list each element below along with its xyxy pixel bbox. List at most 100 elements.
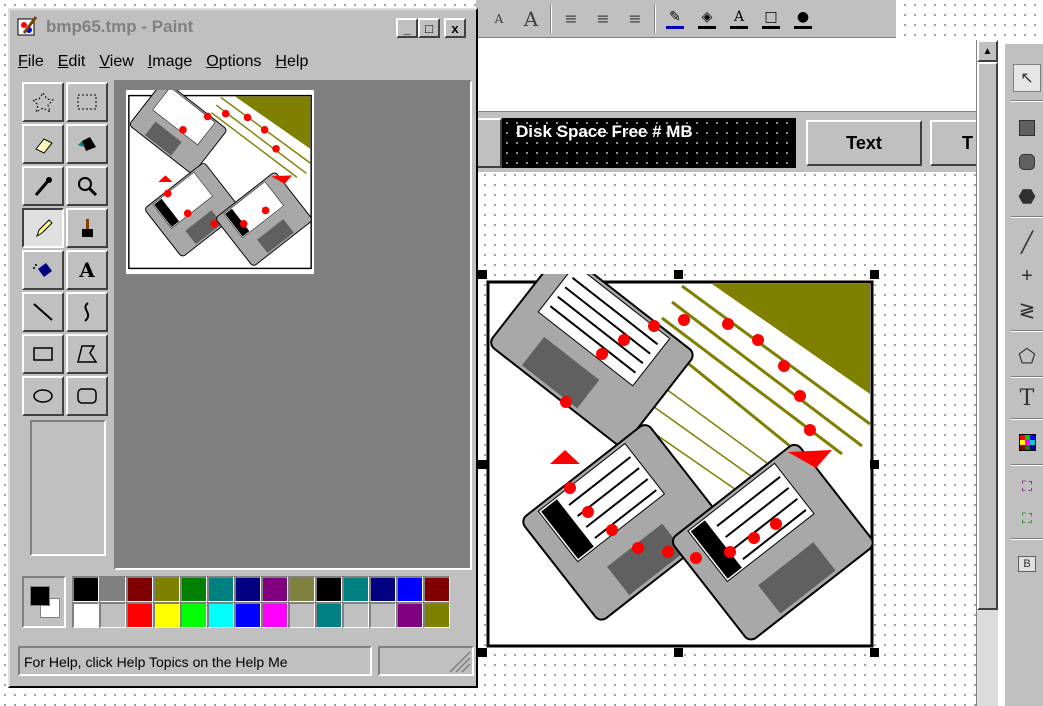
palette-swatch[interactable]	[396, 576, 423, 602]
palette-swatch[interactable]	[126, 602, 153, 628]
palette-swatch[interactable]	[234, 602, 261, 628]
align-left-button[interactable]: ≡	[558, 5, 584, 33]
pick-color-tool[interactable]	[22, 166, 64, 206]
picture-control[interactable]	[478, 251, 879, 657]
palette-swatch[interactable]	[72, 602, 99, 628]
free-form-select-tool[interactable]	[22, 82, 64, 122]
menu-image[interactable]: Image	[142, 53, 200, 71]
resize-handle-top-left[interactable]	[478, 270, 487, 279]
palette-swatch[interactable]	[342, 576, 369, 602]
menu-file[interactable]: File	[12, 53, 52, 71]
align-center-button[interactable]: ≡	[590, 5, 616, 33]
zigzag-tool[interactable]: ≷	[1013, 296, 1041, 324]
text-tool[interactable]: A	[66, 250, 108, 290]
canvas-area[interactable]	[114, 80, 472, 570]
rounded-rectangle-tool[interactable]	[66, 376, 108, 416]
ole-object-tool[interactable]: ⛶	[1013, 504, 1041, 532]
pencil-tool[interactable]	[22, 208, 64, 248]
picture-tool[interactable]	[1013, 428, 1041, 456]
resize-handle-bottom[interactable]	[674, 648, 683, 657]
palette-swatch[interactable]	[342, 602, 369, 628]
line-tool[interactable]	[22, 292, 64, 332]
palette-swatch[interactable]	[126, 576, 153, 602]
text-tool[interactable]: T	[1013, 384, 1041, 412]
close-button[interactable]: x	[444, 18, 466, 38]
detail-section[interactable]: Disk Space Free # MB Text T	[476, 112, 990, 172]
section-selector[interactable]	[476, 118, 502, 168]
crosshair-tool[interactable]: +	[1013, 262, 1041, 290]
rounded-rectangle-tool[interactable]	[1013, 148, 1041, 176]
pointer-tool[interactable]: ↖	[1013, 64, 1041, 92]
palette-swatch[interactable]	[315, 576, 342, 602]
font-color-button[interactable]: A	[726, 5, 752, 33]
palette-swatch[interactable]	[207, 576, 234, 602]
minimize-button[interactable]: _	[396, 18, 418, 38]
increase-font-button[interactable]: A	[518, 5, 544, 33]
decrease-font-button[interactable]: A	[486, 5, 512, 33]
palette-swatch[interactable]	[180, 602, 207, 628]
paint-app-icon[interactable]	[16, 15, 40, 39]
rectangle-tool[interactable]	[22, 334, 64, 374]
vertical-scrollbar[interactable]: ▲	[976, 40, 998, 706]
palette-swatch[interactable]	[288, 602, 315, 628]
tool-options-box[interactable]	[30, 420, 106, 556]
polygon-tool[interactable]	[66, 334, 108, 374]
menu-edit[interactable]: Edit	[52, 53, 94, 71]
eraser-tool[interactable]	[22, 124, 64, 164]
palette-swatch[interactable]	[207, 602, 234, 628]
brush-tool[interactable]	[66, 208, 108, 248]
border-button[interactable]: □	[758, 5, 784, 33]
ellipse-tool[interactable]: ⬣	[1013, 182, 1041, 210]
resize-handle-top[interactable]	[674, 270, 683, 279]
scroll-thumb[interactable]	[977, 62, 998, 610]
menu-help[interactable]: Help	[269, 53, 316, 71]
canvas-image[interactable]	[126, 81, 314, 274]
disk-space-label-control[interactable]: Disk Space Free # MB	[502, 118, 796, 168]
resize-handle-top-right[interactable]	[870, 270, 879, 279]
menu-options[interactable]: Options	[200, 53, 269, 71]
line-tool[interactable]: ╱	[1013, 228, 1041, 256]
palette-swatch[interactable]	[261, 576, 288, 602]
fill-color-button[interactable]: ◈	[694, 5, 720, 33]
rectangle-tool[interactable]	[1013, 114, 1041, 142]
bitmap-tool[interactable]: ⛶	[1013, 472, 1041, 500]
polygon-tool[interactable]: ⬠	[1013, 342, 1041, 370]
palette-swatch[interactable]	[369, 576, 396, 602]
palette-swatch[interactable]	[153, 576, 180, 602]
button-tool[interactable]: B	[1013, 550, 1041, 578]
size-grip-icon[interactable]	[380, 648, 472, 674]
text-button-control[interactable]: Text	[806, 120, 922, 166]
palette-swatch[interactable]	[288, 576, 315, 602]
palette-swatch[interactable]	[315, 602, 342, 628]
palette-swatch[interactable]	[99, 576, 126, 602]
resize-handle-left[interactable]	[478, 460, 487, 469]
palette-swatch[interactable]	[99, 602, 126, 628]
palette-swatch[interactable]	[180, 576, 207, 602]
magnifier-tool[interactable]	[66, 166, 108, 206]
curve-tool[interactable]	[66, 292, 108, 332]
palette-swatch[interactable]	[423, 576, 450, 602]
resize-handle-bottom-left[interactable]	[478, 648, 487, 657]
palette-swatch[interactable]	[234, 576, 261, 602]
resize-handle-right[interactable]	[870, 460, 879, 469]
ellipse-tool[interactable]	[22, 376, 64, 416]
airbrush-tool[interactable]	[22, 250, 64, 290]
scroll-up-button[interactable]: ▲	[977, 40, 998, 62]
special-effect-button[interactable]: ●	[790, 5, 816, 33]
palette-swatch[interactable]	[423, 602, 450, 628]
rectangle-select-tool[interactable]	[66, 82, 108, 122]
page-header-section[interactable]	[476, 40, 976, 112]
current-colors-indicator[interactable]	[22, 576, 66, 628]
palette-swatch[interactable]	[396, 602, 423, 628]
line-color-button[interactable]: ✎	[662, 5, 688, 33]
palette-swatch[interactable]	[72, 576, 99, 602]
title-bar[interactable]: bmp65.tmp - Paint _ □ x	[12, 12, 474, 42]
menu-view[interactable]: View	[93, 53, 141, 71]
maximize-button[interactable]: □	[418, 18, 440, 38]
palette-swatch[interactable]	[153, 602, 180, 628]
fill-bucket-tool[interactable]	[66, 124, 108, 164]
palette-swatch[interactable]	[369, 602, 396, 628]
palette-swatch[interactable]	[261, 602, 288, 628]
resize-handle-bottom-right[interactable]	[870, 648, 879, 657]
align-right-button[interactable]: ≡	[622, 5, 648, 33]
